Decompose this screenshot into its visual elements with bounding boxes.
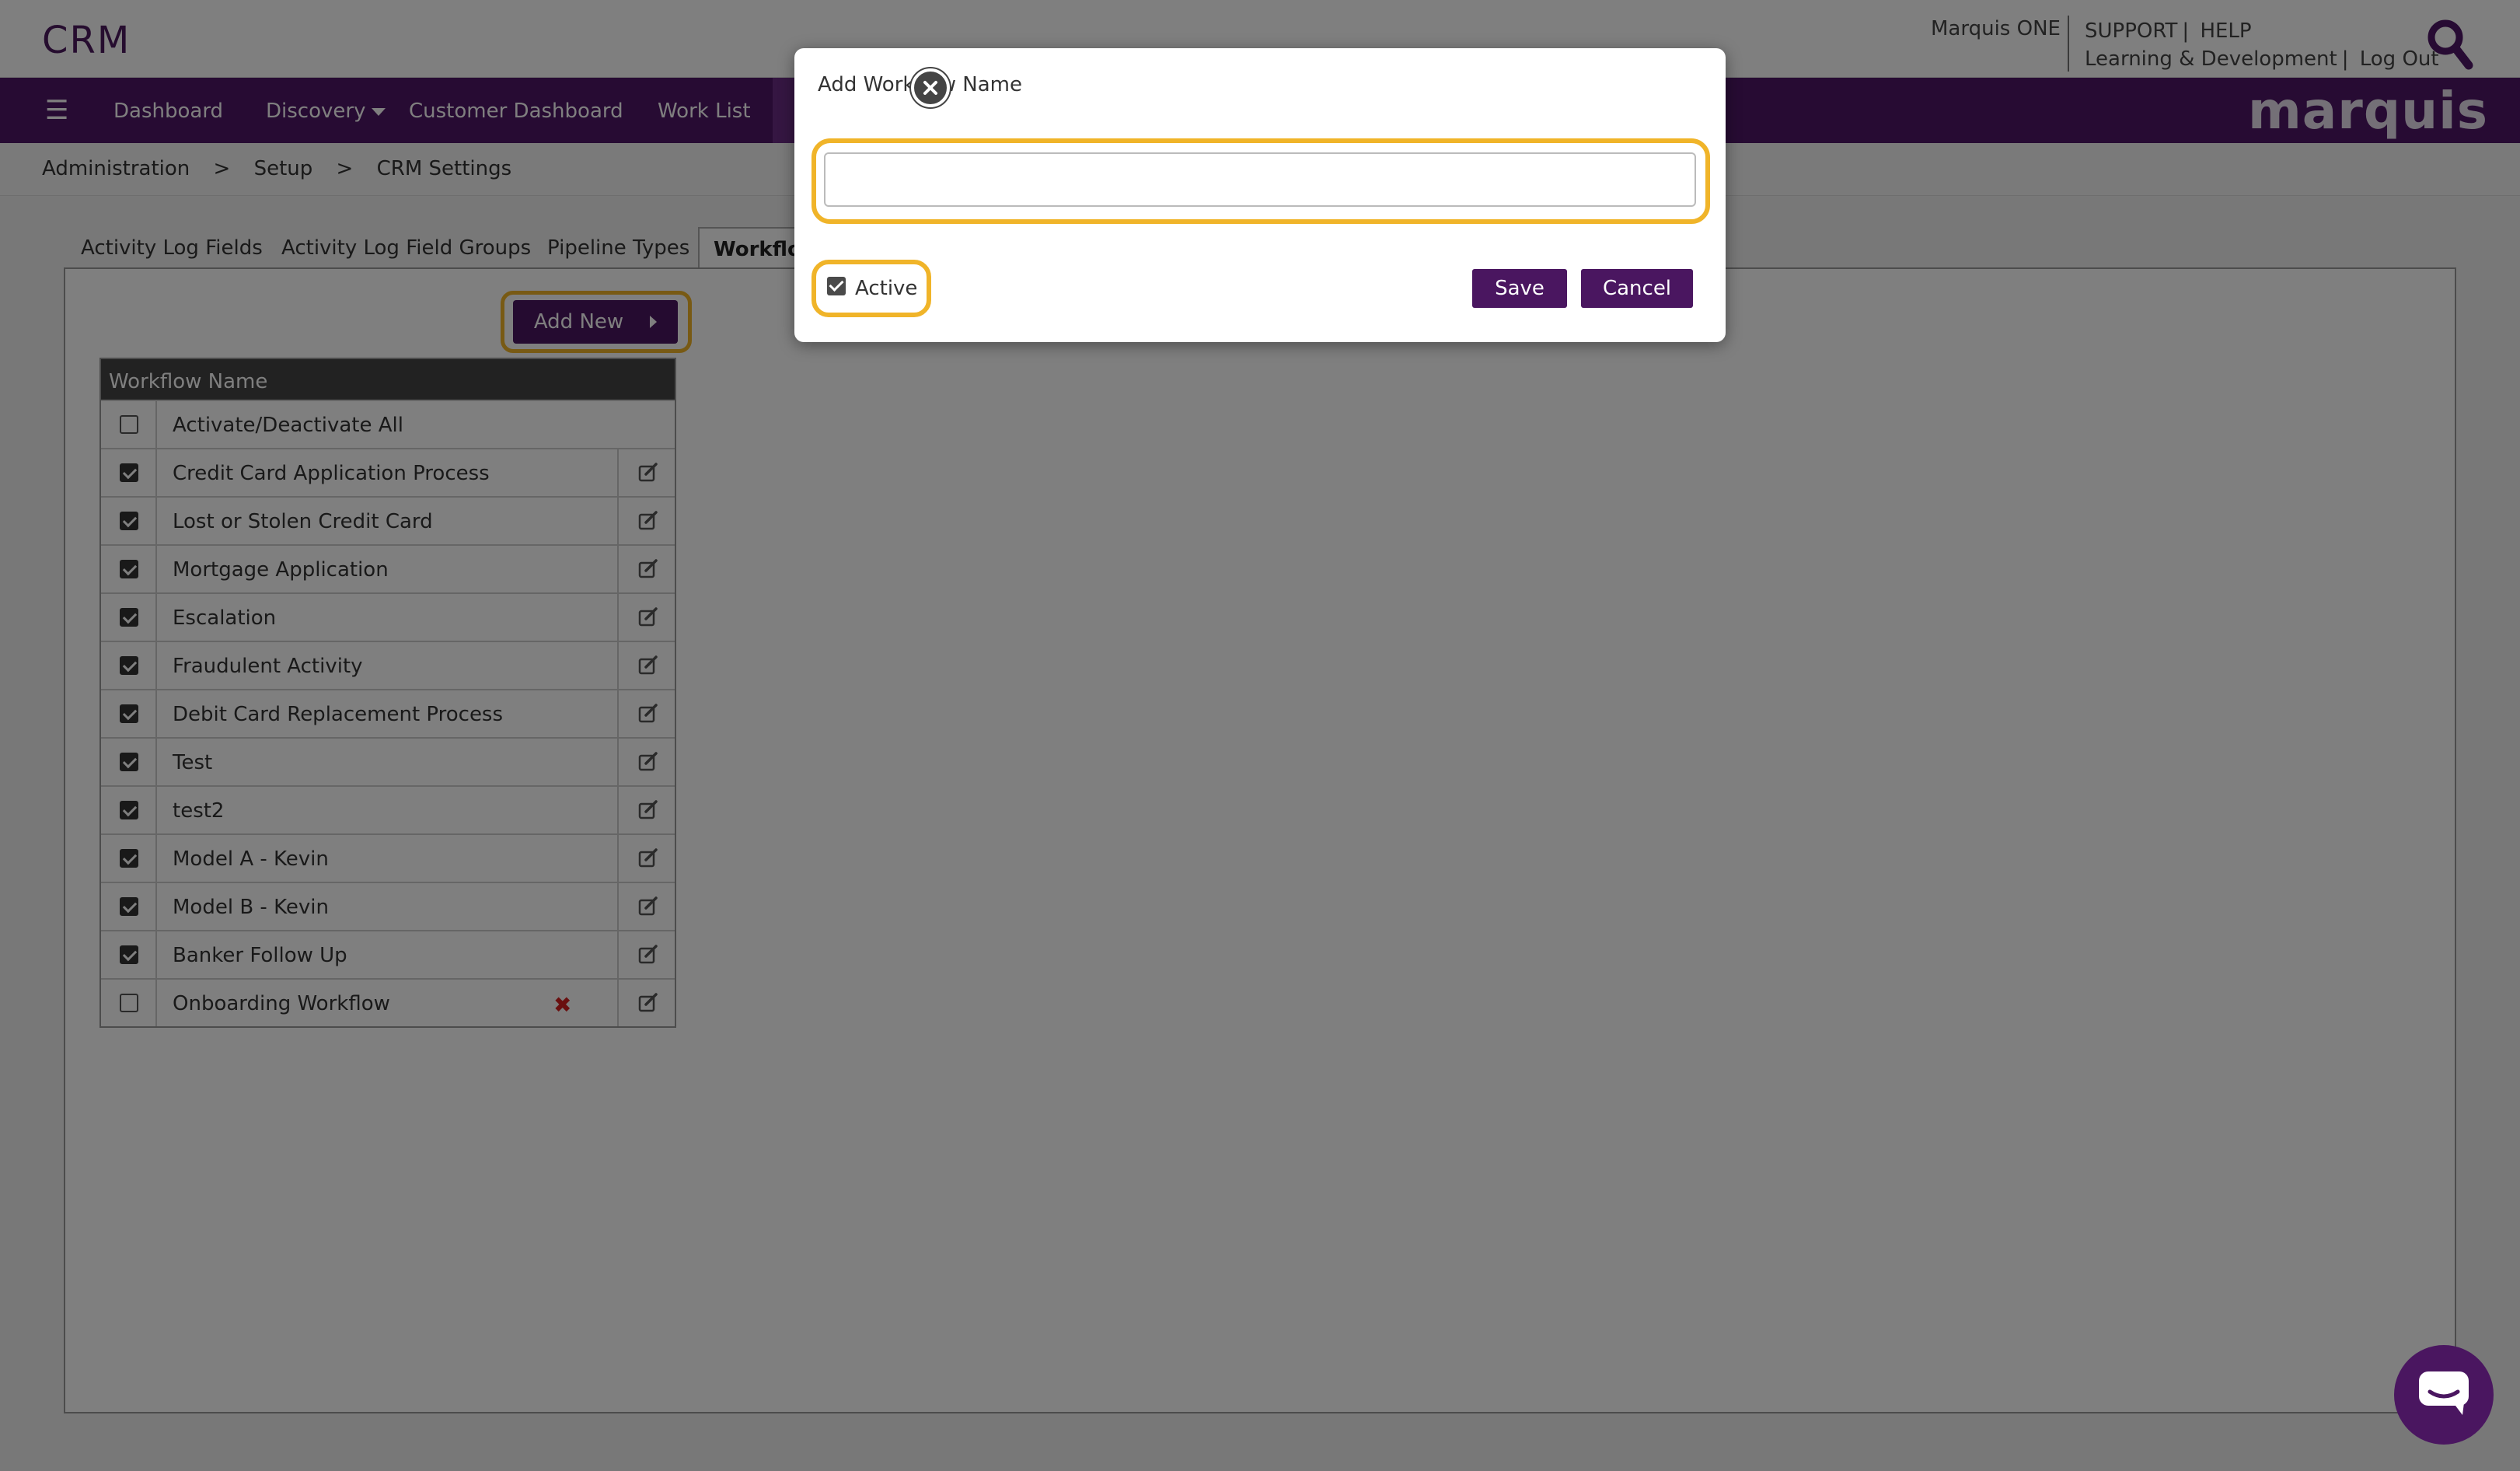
cancel-button[interactable]: Cancel xyxy=(1581,269,1693,308)
active-label: Active xyxy=(855,277,918,300)
workflow-name-input[interactable] xyxy=(824,152,1696,207)
active-checkbox[interactable] xyxy=(827,277,846,295)
close-icon[interactable] xyxy=(911,68,950,107)
save-button[interactable]: Save xyxy=(1472,269,1567,308)
chat-button[interactable] xyxy=(2394,1345,2494,1445)
chat-icon xyxy=(2419,1371,2469,1415)
